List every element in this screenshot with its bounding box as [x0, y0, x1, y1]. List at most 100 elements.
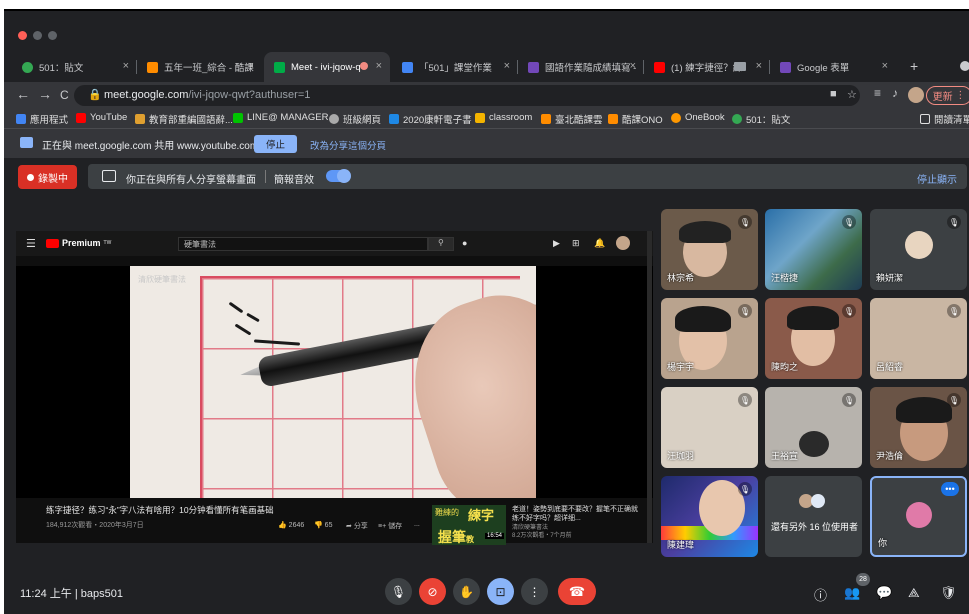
tab-class-comprehensive[interactable]: 五年一班_綜合 - 酷課 × [137, 52, 262, 82]
bookmark-ebook[interactable]: 2020康軒電子書 [389, 112, 472, 126]
tab-grades-form[interactable]: 國語作業隨成績填寫 - × [518, 52, 644, 82]
reading-mode-icon[interactable]: ≡ [874, 86, 881, 100]
youtube-search-input[interactable]: 硬筆書法 [178, 237, 428, 251]
related-video-title[interactable]: 老道！姿勢到底要不要改？握笔不正确就练不好字吗？超详细... [512, 505, 642, 523]
host-controls-icon[interactable]: 🛡 [940, 585, 957, 601]
participant-tile[interactable]: 🎙 賴妍潔 [870, 209, 967, 290]
video-player[interactable]: 清欣硬筆書法 [16, 266, 653, 498]
notifications-bell-icon[interactable]: 🔔 [594, 238, 605, 249]
tab-search-icon[interactable] [960, 61, 969, 71]
stop-sharing-button[interactable]: 停止 [254, 135, 297, 153]
bookmark-line-manager[interactable]: LINE@ MANAGER [233, 112, 328, 123]
bookmark-class-page[interactable]: 班級網頁 [329, 112, 381, 126]
bookmark-dictionary[interactable]: 教育部重編國語辭... [135, 112, 233, 126]
more-options-button[interactable]: ⋮ [521, 578, 548, 605]
related-video-thumbnail[interactable]: 難練的 練字 握筆教 16:54 [432, 505, 506, 545]
share-this-tab-button[interactable]: 改為分享這個分頁 [310, 138, 386, 152]
recording-indicator-icon [360, 62, 368, 70]
others-tile[interactable]: 還有另外 16 位使用者 [765, 476, 862, 557]
reload-button[interactable]: C [60, 88, 69, 102]
participant-tile[interactable]: 🎙 陳昀之 [765, 298, 862, 379]
share-button[interactable]: ➦ 分享 [346, 521, 368, 531]
reading-list-button[interactable]: 閱讀清單 [920, 112, 969, 126]
bookmark-youtube[interactable]: YouTube [76, 112, 127, 123]
people-icon[interactable]: 👥 [844, 585, 860, 601]
participant-tile[interactable]: 🎙 尹浩倫 [870, 387, 967, 468]
like-button[interactable]: 👍 2646 [278, 521, 304, 529]
participant-tile[interactable]: 🎙 汪楷捷 [765, 209, 862, 290]
tab-close-icon[interactable]: × [123, 60, 129, 72]
screen-share-icon [20, 137, 33, 148]
leave-call-button[interactable]: ☎ [558, 578, 596, 605]
tab-close-icon[interactable]: × [376, 60, 382, 72]
shared-screen-scrollbar[interactable] [647, 231, 652, 543]
youtube-account-avatar[interactable] [616, 236, 630, 250]
tab-501-post[interactable]: 501：貼文 × [12, 52, 137, 82]
youtube-search-button[interactable]: ⚲ [428, 237, 454, 251]
more-actions-button[interactable]: ... [414, 521, 420, 528]
tab-google-forms[interactable]: Google 表單 × [770, 52, 896, 82]
tab-assignments[interactable]: 「501」課堂作業 × [392, 52, 518, 82]
save-button[interactable]: ≡+ 儲存 [378, 521, 402, 531]
profile-avatar[interactable] [908, 87, 924, 103]
activities-icon[interactable]: ⟁ [908, 585, 920, 601]
new-tab-button[interactable]: + [910, 58, 918, 74]
participant-tile[interactable]: 🎙 陳建瑋 [661, 476, 758, 557]
hamburger-menu-icon[interactable]: ☰ [26, 237, 36, 250]
camera-permission-icon[interactable]: ■ [830, 88, 837, 100]
recording-button[interactable]: 錄製中 [18, 165, 77, 189]
bookmark-501-post[interactable]: 501：貼文 [732, 112, 790, 126]
more-options-icon[interactable]: ••• [941, 482, 959, 496]
bookmark-taipei-cooc[interactable]: 臺北酷課雲 [541, 112, 603, 126]
participant-tile[interactable]: 🎙 汪珈羽 [661, 387, 758, 468]
other-avatar [811, 494, 825, 508]
raise-hand-button[interactable]: ✋ [453, 578, 480, 605]
bookmark-onebook[interactable]: OneBook [671, 112, 725, 123]
hangup-icon: ☎ [568, 583, 586, 599]
participant-tile[interactable]: 🎙 楊宇宇 [661, 298, 758, 379]
casting-icon [734, 62, 746, 71]
voice-search-icon[interactable]: ● [462, 238, 467, 248]
close-window-button[interactable] [18, 31, 27, 40]
self-tile[interactable]: ••• 你 [870, 476, 967, 557]
bookmark-star-icon[interactable]: ☆ [847, 88, 857, 101]
tab-close-icon[interactable]: × [248, 60, 254, 72]
bookmark-label: 2020康軒電子書 [403, 115, 472, 126]
bookmark-classroom[interactable]: classroom [475, 112, 532, 123]
tab-meet[interactable]: Meet - ivi-jqow-q × [264, 52, 390, 82]
tab-close-icon[interactable]: × [630, 60, 636, 72]
maximize-window-button[interactable] [48, 31, 57, 40]
update-browser-button[interactable]: 更新 ⋮ [926, 86, 969, 105]
presentation-audio-toggle[interactable] [326, 169, 351, 183]
image-favicon-icon [402, 61, 413, 73]
stop-presenting-button[interactable]: 停止顯示 [917, 171, 957, 186]
tab-close-icon[interactable]: × [504, 60, 510, 72]
back-button[interactable]: ← [16, 86, 30, 102]
bookmark-cooc-ono[interactable]: 酷課ONO [608, 112, 663, 126]
address-bar[interactable]: 🔒 meet.google.com/ivi-jqow-qwt?authuser=… [74, 85, 860, 106]
extension-icon[interactable]: ♪ [892, 86, 898, 100]
participant-tile[interactable]: 🎙 呂紹睿 [870, 298, 967, 379]
camera-button[interactable]: ⊘ [419, 578, 446, 605]
bookmark-apps[interactable]: 應用程式 [16, 112, 68, 126]
microphone-button[interactable]: 🎙 [385, 578, 412, 605]
minimize-window-button[interactable] [33, 31, 42, 40]
tab-close-icon[interactable]: × [882, 60, 888, 72]
lock-icon[interactable]: 🔒 [88, 88, 102, 101]
create-video-icon[interactable]: ▶ [553, 238, 560, 249]
separator: | [74, 588, 78, 600]
camera-off-icon: ⊘ [427, 584, 438, 599]
dislike-button[interactable]: 👎 65 [314, 521, 332, 529]
chat-icon[interactable]: 💬 [876, 585, 892, 601]
apps-icon[interactable]: ⊞ [572, 238, 580, 249]
participant-tile[interactable]: 🎙 林宗希 [661, 209, 758, 290]
youtube-premium-logo[interactable]: Premium TW [46, 238, 111, 248]
participant-tile[interactable]: 🎙 王裕宣 [765, 387, 862, 468]
present-button[interactable]: ⊡ [487, 578, 514, 605]
forward-button[interactable]: → [38, 86, 52, 102]
forms-favicon-icon [780, 61, 791, 73]
video-title: 练字捷径？练习“永”字八法有啥用？10分钟看懂所有笔画基础 [46, 505, 274, 515]
tab-youtube-video[interactable]: (1) 練字捷徑？練 × [644, 52, 770, 82]
meeting-info-icon[interactable]: ⓘ [814, 585, 827, 604]
tab-close-icon[interactable]: × [756, 60, 762, 72]
